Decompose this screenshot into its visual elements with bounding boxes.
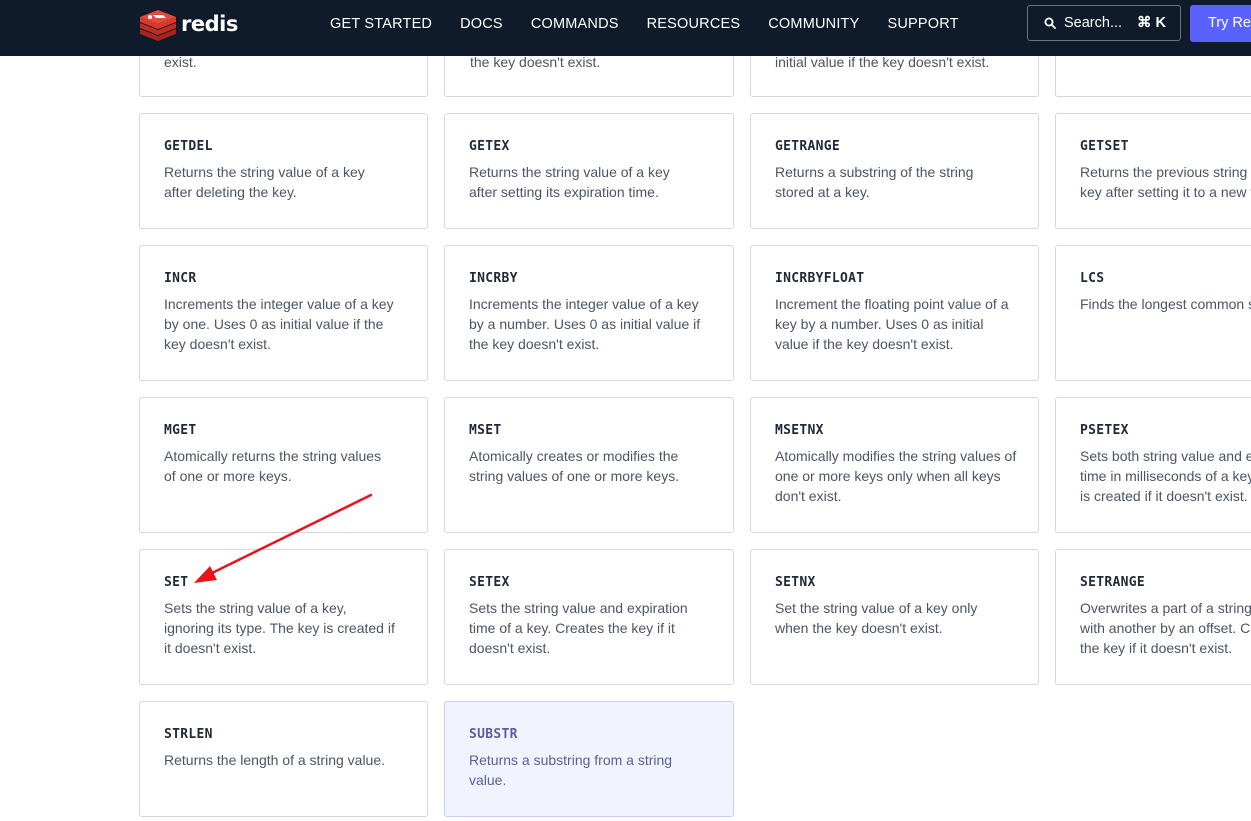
command-card-incrbyfloat[interactable]: INCRBYFLOAT Increment the floating point…: [750, 245, 1039, 381]
command-card-substr[interactable]: SUBSTR Returns a substring from a string…: [444, 701, 734, 817]
command-name: MSETNX: [775, 423, 824, 438]
command-description: Returns the string value of a key after …: [164, 164, 365, 200]
command-name: STRLEN: [164, 727, 213, 742]
search-shortcut: ⌘ K: [1137, 15, 1166, 31]
command-card-incrby[interactable]: INCRBY Increments the integer value of a…: [444, 245, 734, 381]
nav-resources[interactable]: RESOURCES: [647, 16, 741, 32]
command-card-setnx[interactable]: SETNX Set the string value of a key only…: [750, 549, 1039, 685]
redis-cube-icon: [140, 10, 176, 41]
command-description: Returns the length of a string value.: [164, 752, 386, 768]
brand-name: redis: [181, 12, 238, 36]
command-name: MGET: [164, 423, 197, 438]
command-name: LCS: [1080, 271, 1105, 286]
nav-commands[interactable]: COMMANDS: [531, 16, 619, 32]
command-card-getrange[interactable]: GETRANGE Returns a substring of the stri…: [750, 113, 1039, 229]
command-description: Returns a substring from a string value.: [469, 752, 673, 788]
command-description: Returns a substring of the string stored…: [775, 164, 974, 200]
command-card-setex[interactable]: SETEX Sets the string value and expirati…: [444, 549, 734, 685]
nav-docs[interactable]: DOCS: [460, 16, 503, 32]
command-description: Atomically creates or modifies the strin…: [469, 448, 680, 484]
command-description: Sets the string value and expiration tim…: [469, 600, 688, 656]
command-name: GETSET: [1080, 139, 1129, 154]
command-name: INCRBYFLOAT: [775, 271, 865, 286]
command-description: Sets the string value of a key, ignoring…: [164, 600, 395, 656]
command-card-psetex[interactable]: PSETEX Sets both string value and expira…: [1055, 397, 1251, 533]
command-name: INCRBY: [469, 271, 518, 286]
command-name: GETEX: [469, 139, 510, 154]
try-redis-button[interactable]: Try Redis: [1190, 5, 1251, 42]
command-card-setrange[interactable]: SETRANGE Overwrites a part of a string v…: [1055, 549, 1251, 685]
command-card-getex[interactable]: GETEX Returns the string value of a key …: [444, 113, 734, 229]
command-description: Returns the previous string value of a k…: [1080, 164, 1251, 200]
command-description: Atomically returns the string values of …: [164, 448, 382, 484]
command-name: SETEX: [469, 575, 510, 590]
main-nav: GET STARTED DOCS COMMANDS RESOURCES COMM…: [330, 16, 987, 32]
search-button[interactable]: Search... ⌘ K: [1027, 5, 1181, 41]
command-name: MSET: [469, 423, 502, 438]
search-label: Search...: [1064, 15, 1123, 31]
command-name: GETRANGE: [775, 139, 841, 154]
command-name: INCR: [164, 271, 197, 286]
command-card-getset[interactable]: GETSET Returns the previous string value…: [1055, 113, 1251, 229]
nav-support[interactable]: SUPPORT: [887, 16, 958, 32]
command-name: SETRANGE: [1080, 575, 1146, 590]
search-icon: [1044, 17, 1056, 29]
command-description: Finds the longest common substring.: [1080, 296, 1251, 312]
command-card-strlen[interactable]: STRLEN Returns the length of a string va…: [139, 701, 428, 817]
command-description: Increment the floating point value of a …: [775, 296, 1009, 352]
command-name: SUBSTR: [469, 727, 518, 742]
command-name: SET: [164, 575, 189, 590]
command-card-incr[interactable]: INCR Increments the integer value of a k…: [139, 245, 428, 381]
command-description: Returns the string value of a key after …: [469, 164, 670, 200]
command-name: GETDEL: [164, 139, 213, 154]
command-name: PSETEX: [1080, 423, 1129, 438]
command-name: SETNX: [775, 575, 816, 590]
command-card-mset[interactable]: MSET Atomically creates or modifies the …: [444, 397, 734, 533]
command-card-lcs[interactable]: LCS Finds the longest common substring.: [1055, 245, 1251, 381]
command-description: Increments the integer value of a key by…: [164, 296, 394, 352]
command-card-mget[interactable]: MGET Atomically returns the string value…: [139, 397, 428, 533]
nav-community[interactable]: COMMUNITY: [768, 16, 859, 32]
command-description: Increments the integer value of a key by…: [469, 296, 701, 352]
nav-get-started[interactable]: GET STARTED: [330, 16, 432, 32]
command-description: Atomically modifies the string values of…: [775, 448, 1017, 504]
command-description: Set the string value of a key only when …: [775, 600, 978, 636]
command-description: Overwrites a part of a string value with…: [1080, 600, 1251, 656]
redis-logo[interactable]: redis: [139, 7, 238, 41]
command-card-getdel[interactable]: GETDEL Returns the string value of a key…: [139, 113, 428, 229]
top-nav-bar: redis GET STARTED DOCS COMMANDS RESOURCE…: [0, 0, 1251, 56]
command-card-msetnx[interactable]: MSETNX Atomically modifies the string va…: [750, 397, 1039, 533]
command-description: Sets both string value and expiration ti…: [1080, 448, 1251, 504]
command-card-set[interactable]: SET Sets the string value of a key, igno…: [139, 549, 428, 685]
